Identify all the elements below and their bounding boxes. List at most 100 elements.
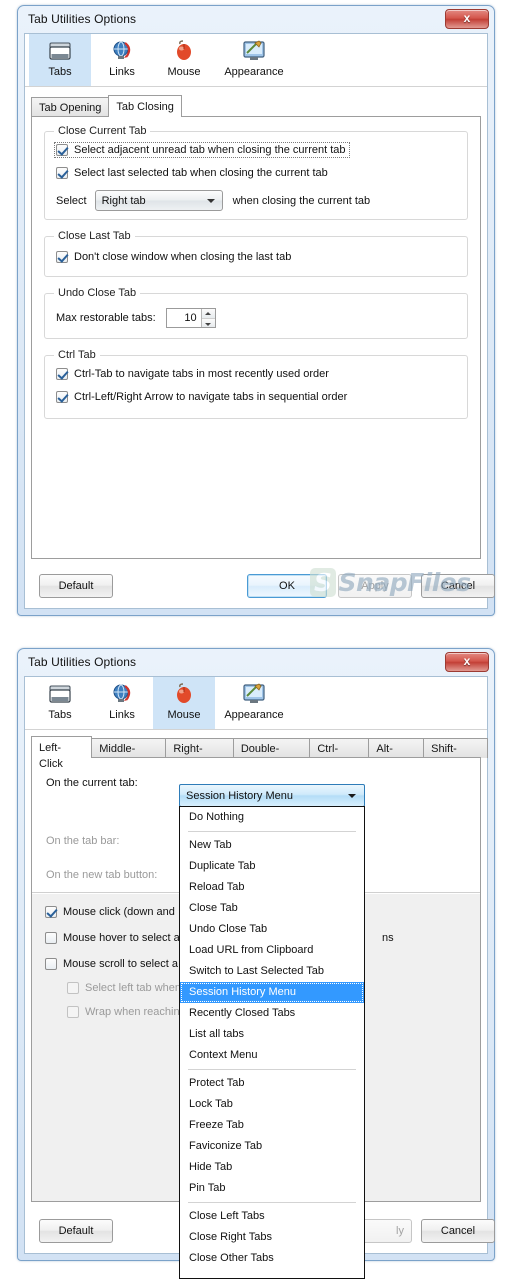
current-tab-action-combobox[interactable]: Session History Menu xyxy=(179,784,365,807)
toolbar-item-mouse[interactable]: Mouse xyxy=(153,34,215,86)
toolbar-item-appearance[interactable]: Appearance xyxy=(215,34,293,86)
checkbox-select-adjacent-unread-tab[interactable]: Select adjacent unread tab when closing … xyxy=(54,142,350,158)
toolbar-label: Appearance xyxy=(224,66,284,78)
dropdown-item[interactable]: Load URL from Clipboard xyxy=(180,940,364,961)
dropdown-item[interactable]: Close Other Tabs xyxy=(180,1248,364,1269)
dropdown-item[interactable]: Close Right Tabs xyxy=(180,1227,364,1248)
tab-ctrl-click[interactable]: Ctrl-Click xyxy=(309,738,370,769)
dropdown-item[interactable]: Lock Tab xyxy=(180,1094,364,1115)
close-icon: x xyxy=(463,11,471,25)
current-tab-action-dropdown-list[interactable]: Do Nothing New Tab Duplicate Tab Reload Tab… xyxy=(179,806,365,1279)
max-restorable-tabs-stepper[interactable]: 10 xyxy=(165,308,216,328)
tab-alt-click[interactable]: Alt-Click xyxy=(368,738,425,769)
dropdown-item[interactable]: Session History Menu xyxy=(180,982,364,1003)
checkbox-ctrl-tab-mru[interactable]: Ctrl-Tab to navigate tabs in most recent… xyxy=(56,368,329,380)
checkbox-box[interactable] xyxy=(56,391,68,403)
toolbar-item-links[interactable]: Links xyxy=(91,677,153,729)
select-prefix-label: Select xyxy=(56,194,87,207)
stepper-down-button[interactable] xyxy=(201,318,215,327)
tab-double-click[interactable]: Double-Click xyxy=(232,738,311,769)
toolbar-item-tabs[interactable]: Tabs xyxy=(29,34,91,86)
checkbox-label: Ctrl-Tab to navigate tabs in most recent… xyxy=(74,368,329,380)
dropdown-item[interactable]: Close Left Tabs xyxy=(180,1206,364,1227)
checkbox-dont-close-window[interactable]: Don't close window when closing the last… xyxy=(56,251,291,263)
dropdown-item[interactable]: Do Nothing xyxy=(180,807,364,828)
toolbar-item-mouse[interactable]: Mouse xyxy=(153,677,215,729)
dropdown-item[interactable]: Faviconize Tab xyxy=(180,1136,364,1157)
select-suffix-label: when closing the current tab xyxy=(232,194,371,207)
checkbox-select-left-tab: Select left tab when xyxy=(67,982,181,994)
dropdown-item[interactable]: Close Tab xyxy=(180,898,364,919)
dropdown-item[interactable]: Duplicate Tab xyxy=(180,856,364,877)
select-tab-combobox[interactable]: Right tab xyxy=(94,190,223,211)
checkbox-box[interactable] xyxy=(56,251,68,263)
toolbar-item-appearance[interactable]: Appearance xyxy=(215,677,293,729)
window1-tabstrip: Tab Opening Tab Closing xyxy=(25,95,487,117)
checkbox-ctrl-arrow-sequential[interactable]: Ctrl-Left/Right Arrow to navigate tabs i… xyxy=(56,391,347,403)
stepper-value[interactable]: 10 xyxy=(167,309,201,327)
close-button[interactable]: x xyxy=(445,9,489,29)
checkbox-mouse-click-down-and-up[interactable]: Mouse click (down and xyxy=(45,906,175,918)
dropdown-item[interactable]: Switch to Last Selected Tab xyxy=(180,961,364,982)
combobox-value: Right tab xyxy=(101,194,146,207)
dropdown-separator xyxy=(188,1202,356,1203)
checkbox-label: Select left tab when xyxy=(85,982,182,994)
checkbox-label: Wrap when reaching xyxy=(85,1006,186,1018)
checkbox-label: Mouse scroll to select a xyxy=(63,958,178,970)
stepper-up-button[interactable] xyxy=(201,309,215,319)
checkbox-box[interactable] xyxy=(45,906,57,918)
window1-titlebar: Tab Utilities Options x xyxy=(18,6,494,33)
toolbar-label: Mouse xyxy=(167,66,201,78)
ok-button[interactable]: OK xyxy=(247,574,327,598)
chevron-down-icon xyxy=(348,794,356,798)
group-legend: Close Current Tab xyxy=(54,125,151,137)
screenshot-root: Tab Utilities Options x Tabs Links Mouse… xyxy=(0,0,511,1279)
tab-tab-closing[interactable]: Tab Closing xyxy=(108,95,182,117)
checkbox-select-last-selected-tab[interactable]: Select last selected tab when closing th… xyxy=(56,167,328,179)
dropdown-item[interactable]: Undo Close Tab xyxy=(180,919,364,940)
checkbox-box xyxy=(67,1006,79,1018)
window2-title: Tab Utilities Options xyxy=(28,655,137,669)
clipped-checkbox-label-tail: ns xyxy=(382,932,394,944)
close-button[interactable]: x xyxy=(445,652,489,672)
cancel-button[interactable]: Cancel xyxy=(421,1219,495,1243)
options-window-tabs: Tab Utilities Options x Tabs Links Mouse… xyxy=(17,5,495,616)
toolbar-item-links[interactable]: Links xyxy=(91,34,153,86)
mouse-icon xyxy=(171,680,197,708)
dropdown-item[interactable]: List all tabs xyxy=(180,1024,364,1045)
checkbox-box[interactable] xyxy=(45,932,57,944)
dropdown-item[interactable]: Recently Closed Tabs xyxy=(180,1003,364,1024)
default-button[interactable]: Default xyxy=(39,574,113,598)
tab-tab-opening[interactable]: Tab Opening xyxy=(31,97,110,117)
tab-middle-click[interactable]: Middle-Click xyxy=(91,738,167,769)
cancel-button[interactable]: Cancel xyxy=(421,574,495,598)
dropdown-item[interactable]: Freeze Tab xyxy=(180,1115,364,1136)
window1-tabpanel: Close Current Tab Select adjacent unread… xyxy=(31,116,481,559)
tab-shift-click[interactable]: Shift-Click xyxy=(423,738,489,769)
label-on-current-tab: On the current tab: xyxy=(46,777,138,789)
toolbar-label: Tabs xyxy=(48,66,72,78)
dropdown-item[interactable]: Pin Tab xyxy=(180,1178,364,1199)
window2-titlebar: Tab Utilities Options x xyxy=(18,649,494,676)
dropdown-item[interactable]: Context Menu xyxy=(180,1045,364,1066)
checkbox-wrap-when-reaching: Wrap when reaching xyxy=(67,1006,186,1018)
checkbox-box[interactable] xyxy=(45,958,57,970)
group-close-last-tab: Close Last Tab Don't close window when c… xyxy=(44,230,468,277)
checkbox-label: Ctrl-Left/Right Arrow to navigate tabs i… xyxy=(74,391,348,403)
checkbox-box[interactable] xyxy=(56,144,68,156)
default-button[interactable]: Default xyxy=(39,1219,113,1243)
stepper-buttons[interactable] xyxy=(200,309,215,327)
dropdown-item[interactable]: New Tab xyxy=(180,835,364,856)
tab-left-click[interactable]: Left-Click xyxy=(31,736,93,770)
checkbox-label: Mouse hover to select a xyxy=(63,932,180,944)
checkbox-mouse-hover-to-select[interactable]: Mouse hover to select a xyxy=(45,932,180,944)
dropdown-item[interactable]: Reload Tab xyxy=(180,877,364,898)
dropdown-item[interactable]: Hide Tab xyxy=(180,1157,364,1178)
checkbox-box[interactable] xyxy=(56,368,68,380)
toolbar-item-tabs[interactable]: Tabs xyxy=(29,677,91,729)
checkbox-box[interactable] xyxy=(56,167,68,179)
dropdown-item[interactable]: Protect Tab xyxy=(180,1073,364,1094)
mouse-icon xyxy=(171,37,197,65)
checkbox-mouse-scroll-to-select[interactable]: Mouse scroll to select a xyxy=(45,958,178,970)
tab-right-click[interactable]: Right-Click xyxy=(165,738,234,769)
